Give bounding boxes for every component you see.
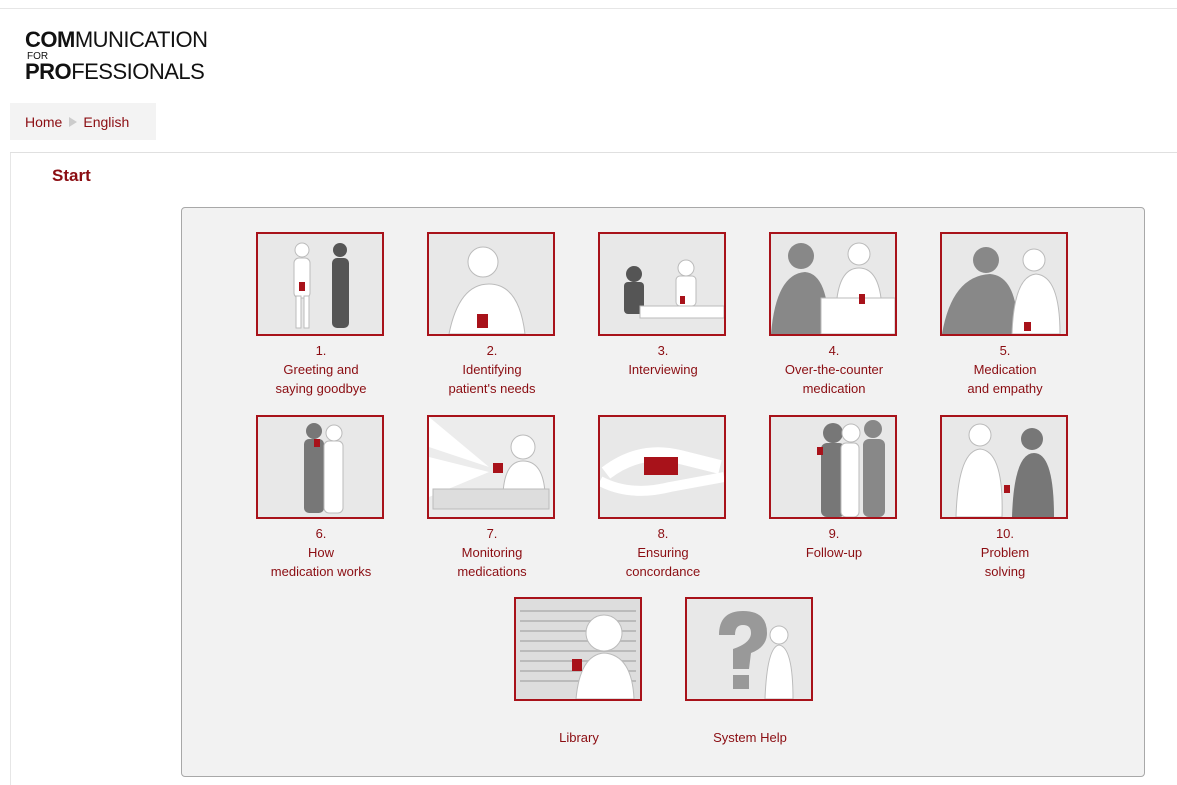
library-thumbnail xyxy=(514,597,642,701)
module-10-number: 10. xyxy=(995,526,1015,541)
module-5-thumbnail xyxy=(940,232,1068,336)
logo: COMMUNICATION FOR PROFESSIONALS xyxy=(25,29,208,83)
module-7-thumbnail xyxy=(427,415,555,519)
module-10-thumbnail xyxy=(940,415,1068,519)
module-9-number: 9. xyxy=(828,526,840,541)
module-1-label: Greeting and saying goodbye xyxy=(275,362,367,396)
module-1-number: 1. xyxy=(315,343,327,358)
content-left-border xyxy=(10,153,11,785)
page-title: Start xyxy=(52,166,91,185)
breadcrumb-home-link[interactable]: Home xyxy=(25,114,62,130)
top-divider xyxy=(0,8,1177,9)
module-3-label: Interviewing xyxy=(628,362,698,377)
module-tile-5[interactable]: 5. Medication and empathy xyxy=(930,232,1080,398)
module-2-thumbnail xyxy=(427,232,555,336)
system-help-thumbnail xyxy=(685,597,813,701)
module-8-thumbnail xyxy=(598,415,726,519)
module-tile-9[interactable]: 9. Follow-up xyxy=(759,415,909,562)
module-1-thumbnail xyxy=(256,232,384,336)
logo-rest-3: FESSIONALS xyxy=(71,59,205,84)
module-2-number: 2. xyxy=(486,343,498,358)
module-4-thumbnail xyxy=(769,232,897,336)
library-label: Library xyxy=(559,730,599,745)
module-tile-7[interactable]: 7. Monitoring medications xyxy=(417,415,567,581)
module-tile-4[interactable]: 4. Over-the-counter medication xyxy=(759,232,909,398)
module-7-label: Monitoring medications xyxy=(457,545,527,579)
module-tile-3[interactable]: 3. Interviewing xyxy=(588,232,738,379)
module-5-label: Medication and empathy xyxy=(967,362,1043,396)
module-tile-10[interactable]: 10. Problem solving xyxy=(930,415,1080,581)
breadcrumb-separator-icon xyxy=(69,116,78,127)
module-10-label: Problem solving xyxy=(980,545,1030,579)
module-8-label: Ensuring concordance xyxy=(625,545,701,579)
module-6-number: 6. xyxy=(315,526,327,541)
system-help-tile[interactable]: System Help xyxy=(675,597,825,747)
module-4-label: Over-the-counter medication xyxy=(784,362,884,396)
system-help-label: System Help xyxy=(713,730,787,745)
module-9-label: Follow-up xyxy=(805,545,863,560)
module-tile-1[interactable]: 1. Greeting and saying goodbye xyxy=(246,232,396,398)
module-tile-2[interactable]: 2. Identifying patient's needs xyxy=(417,232,567,398)
module-3-number: 3. xyxy=(657,343,669,358)
module-5-number: 5. xyxy=(999,343,1011,358)
module-7-number: 7. xyxy=(486,526,498,541)
module-2-label: Identifying patient's needs xyxy=(448,362,536,396)
breadcrumb: Home English xyxy=(10,103,156,140)
module-9-thumbnail xyxy=(769,415,897,519)
logo-bold-1: COM xyxy=(25,27,75,52)
module-panel: 1. Greeting and saying goodbye 2. Identi… xyxy=(181,207,1145,777)
breadcrumb-current-link[interactable]: English xyxy=(83,114,129,130)
logo-rest-1: MUNICATION xyxy=(74,27,208,52)
module-tile-8[interactable]: 8. Ensuring concordance xyxy=(588,415,738,581)
module-8-number: 8. xyxy=(657,526,669,541)
logo-bold-3: PRO xyxy=(25,59,72,84)
module-6-thumbnail xyxy=(256,415,384,519)
module-6-label: How medication works xyxy=(270,545,372,579)
module-4-number: 4. xyxy=(828,343,840,358)
header-divider xyxy=(10,152,1177,153)
module-tile-6[interactable]: 6. How medication works xyxy=(246,415,396,581)
library-tile[interactable]: Library xyxy=(504,597,654,747)
module-3-thumbnail xyxy=(598,232,726,336)
